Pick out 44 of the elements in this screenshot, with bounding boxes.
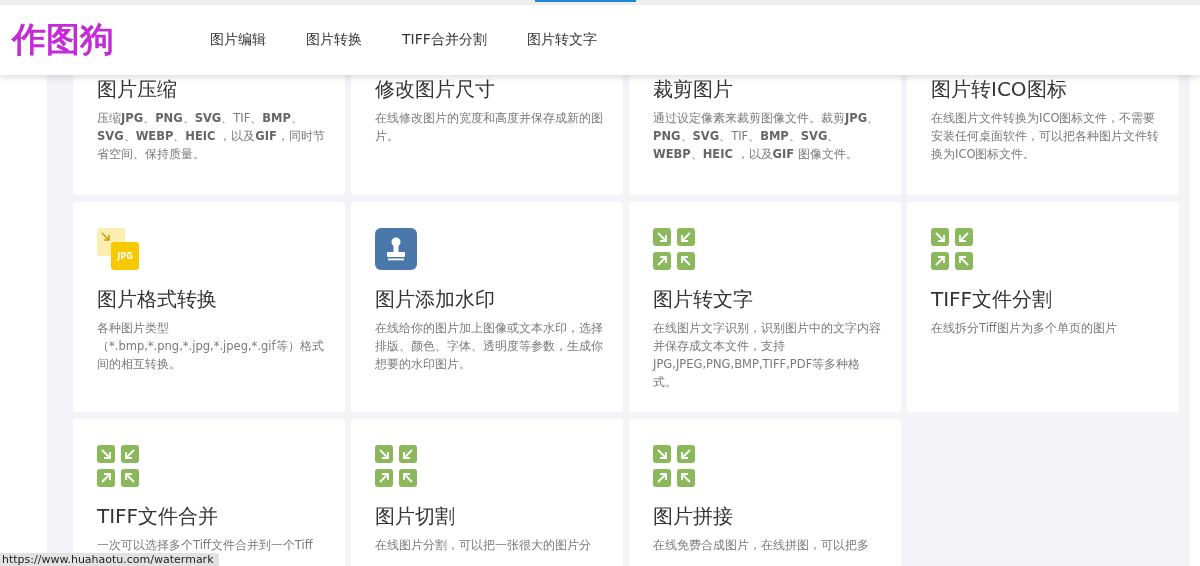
arrows-icon bbox=[931, 228, 973, 270]
tool-description: 通过设定像素来裁剪图像文件。裁剪JPG、PNG、SVG、TIF、BMP、SVG、WEBP、HEIC ，以及GIF 图像文件。 bbox=[653, 110, 881, 163]
tool-title: 图片拼接 bbox=[653, 503, 734, 529]
nav-link[interactable]: 图片转换 bbox=[306, 31, 362, 49]
arrows-icon bbox=[653, 445, 695, 487]
arrows-icon bbox=[375, 445, 417, 487]
tool-title: TIFF文件合并 bbox=[97, 503, 220, 529]
tool-card[interactable]: 裁剪图片 通过设定像素来裁剪图像文件。裁剪JPG、PNG、SVG、TIF、BMP、SVG、WEBP、HEIC ，以及GIF 图像文件。 bbox=[629, 75, 901, 195]
site-logo[interactable]: 作图狗 bbox=[12, 17, 210, 63]
tool-title: 图片切割 bbox=[375, 503, 456, 529]
tool-description: 在线图片文件转换为ICO图标文件，不需要安装任何桌面软件，可以把各种图片文件转换为ICO图标文件。 bbox=[931, 110, 1160, 163]
tool-card[interactable]: 图片转ICO图标 在线图片文件转换为ICO图标文件，不需要安装任何桌面软件，可以把各种图片文件转换为ICO图标文件。 bbox=[907, 75, 1179, 195]
tool-card[interactable]: 图片切割 在线图片分割，可以把一张很大的图片分 bbox=[351, 419, 623, 566]
tool-description: 一次可以选择多个Tiff文件合并到一个Tiff bbox=[97, 537, 314, 554]
arrows-icon bbox=[653, 228, 695, 270]
tool-card[interactable]: 图片添加水印 在线给你的图片加上图像或文本水印，选择排版、颜色、字体、透明度等参数，生成你想要的水印图片。 bbox=[351, 202, 623, 412]
tool-title: 图片压缩 bbox=[97, 76, 178, 102]
nav-link[interactable]: TIFF合并分割 bbox=[402, 31, 487, 49]
tool-card[interactable]: 图片压缩 压缩JPG、PNG、SVG、TIF、BMP、SVG、WEBP、HEIC ，以及GIF，同时节省空间、保持质量。 bbox=[73, 75, 345, 195]
tool-title: 修改图片尺寸 bbox=[375, 76, 496, 102]
status-url: https://www.huahaotu.com/watermark bbox=[0, 553, 219, 566]
tool-card[interactable]: 修改图片尺寸 在线修改图片的宽度和高度并保存成新的图片。 bbox=[351, 75, 623, 195]
arrows-icon bbox=[97, 445, 139, 487]
tool-card[interactable]: JPG 图片格式转换 各种图片类型（*.bmp,*.png,*.jpg,*.jpeg,*.gif等）格式间的相互转换。 bbox=[73, 202, 345, 412]
tool-description: 在线免费合成图片，在线拼图，可以把多 bbox=[653, 537, 870, 554]
tool-title: 图片转ICO图标 bbox=[931, 76, 1068, 102]
tool-description: 在线拆分Tiff图片为多个单页的图片 bbox=[931, 320, 1118, 337]
tool-title: 图片格式转换 bbox=[97, 286, 218, 312]
tool-title: TIFF文件分割 bbox=[931, 286, 1054, 312]
tool-description: 在线修改图片的宽度和高度并保存成新的图片。 bbox=[375, 110, 604, 145]
tool-description: 压缩JPG、PNG、SVG、TIF、BMP、SVG、WEBP、HEIC ，以及GIF，同时节省空间、保持质量。 bbox=[97, 110, 326, 163]
tool-description: 在线图片分割，可以把一张很大的图片分 bbox=[375, 537, 592, 554]
tool-description: 在线图片文字识别，识别图片中的文字内容并保存成文本文件，支持JPG,JPEG,PNG,BMP,TIFF,PDF等多种格式。 bbox=[653, 320, 882, 391]
stamp-icon bbox=[375, 228, 417, 270]
tool-title: 图片添加水印 bbox=[375, 286, 496, 312]
tool-title: 图片转文字 bbox=[653, 286, 754, 312]
tool-title: 裁剪图片 bbox=[653, 76, 734, 102]
tool-card[interactable]: 图片拼接 在线免费合成图片，在线拼图，可以把多 bbox=[629, 419, 901, 566]
nav-link[interactable]: 图片编辑 bbox=[210, 31, 266, 49]
tool-card[interactable]: TIFF文件分割 在线拆分Tiff图片为多个单页的图片 bbox=[907, 202, 1179, 412]
tool-card[interactable]: 图片转文字 在线图片文字识别，识别图片中的文字内容并保存成文本文件，支持JPG,JPEG,PNG,BMP,TIFF,PDF等多种格式。 bbox=[629, 202, 901, 412]
tool-description: 各种图片类型（*.bmp,*.png,*.jpg,*.jpeg,*.gif等）格式间的相互转换。 bbox=[97, 320, 325, 373]
nav-link[interactable]: 图片转文字 bbox=[526, 31, 597, 49]
tool-description: 在线给你的图片加上图像或文本水印，选择排版、颜色、字体、透明度等参数，生成你想要的水印图片。 bbox=[375, 320, 604, 373]
